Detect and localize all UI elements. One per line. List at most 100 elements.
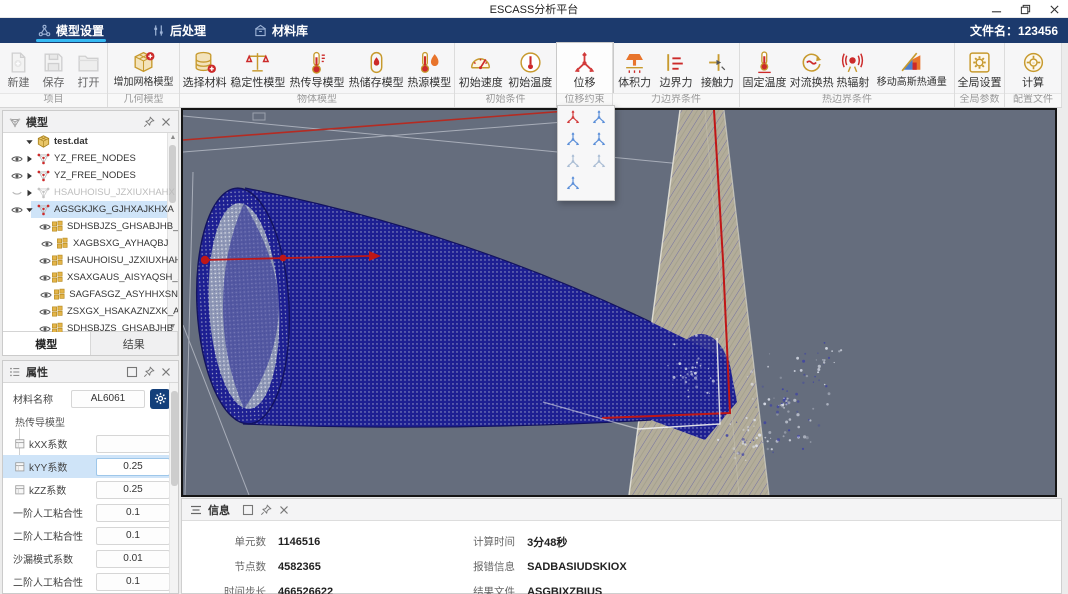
toolbar-button-边界力[interactable]: 边界力	[655, 45, 696, 93]
property-input[interactable]	[96, 550, 170, 568]
tree-item[interactable]: AGSGKJKG_GJHXAJKHXA	[3, 201, 178, 218]
tree-item[interactable]: SAGFASGZ_ASYHHXSN	[3, 286, 178, 303]
maximize-panel-icon[interactable]	[126, 366, 138, 378]
toolbar-button-计算[interactable]: =计算	[1006, 45, 1060, 93]
toolbar-button-初始速度[interactable]: 初始速度	[456, 45, 506, 93]
property-input[interactable]	[96, 573, 170, 591]
toolbar-button-位移[interactable]: 位移	[558, 45, 611, 93]
menu-tab-0[interactable]: 模型设置	[28, 18, 114, 43]
eye-open-icon[interactable]	[9, 205, 24, 215]
material-name-input[interactable]	[71, 390, 145, 408]
toolbar-button-对流换热[interactable]: 对流换热	[788, 45, 835, 93]
pin-icon[interactable]	[143, 116, 155, 128]
tree-item[interactable]: SDHSBJZS_GHSABJHB_ZAHU	[3, 218, 178, 235]
toolbar-button-接触力[interactable]: 接触力	[697, 45, 738, 93]
info-field: 单元数1146516	[204, 529, 333, 554]
eye-closed-icon[interactable]	[9, 188, 24, 198]
init-temperature-icon	[518, 48, 543, 76]
toolbar-button-稳定性模型[interactable]: 稳定性模型	[228, 45, 287, 93]
property-input[interactable]	[96, 435, 170, 453]
close-panel-icon[interactable]	[160, 366, 172, 378]
eye-open-icon[interactable]	[39, 324, 51, 333]
properties-scrollbar[interactable]	[169, 383, 178, 593]
eye-open-icon[interactable]	[39, 307, 51, 317]
toolbar-button-固定温度[interactable]: 固定温度	[741, 45, 788, 93]
close-panel-icon[interactable]	[278, 504, 290, 516]
3d-viewport[interactable]	[181, 108, 1057, 497]
caret-right-icon[interactable]	[24, 189, 35, 197]
heat-source-icon	[417, 48, 442, 76]
maximize-panel-icon[interactable]	[242, 504, 254, 516]
close-window-button[interactable]	[1049, 4, 1060, 15]
menu-tab-2[interactable]: 材料库	[244, 18, 318, 43]
toolbar-button-热传导模型[interactable]: 热传导模型	[287, 45, 346, 93]
displacement-option-0[interactable]	[560, 109, 586, 130]
restore-button[interactable]	[1020, 4, 1031, 15]
tree-tab-0[interactable]: 模型	[3, 332, 91, 355]
displacement-option-6[interactable]	[560, 175, 586, 196]
tree-item[interactable]: YZ_FREE_NODES	[3, 167, 178, 184]
mesh-group-icon	[35, 186, 51, 199]
toolbar-button-热辐射[interactable]: 热辐射	[835, 45, 870, 93]
menu-tab-1[interactable]: 后处理	[142, 18, 216, 43]
tree-item[interactable]: YZ_FREE_NODES	[3, 150, 178, 167]
title-bar: ESCASS分析平台	[0, 0, 1068, 18]
eye-open-icon[interactable]	[39, 239, 54, 249]
property-row-二阶人工粘合性: 二阶人工粘合性	[3, 524, 178, 547]
property-input[interactable]	[96, 458, 170, 476]
toolbar-button-热源模型[interactable]: 热源模型	[406, 45, 453, 93]
pin-icon[interactable]	[260, 504, 272, 516]
tree-item[interactable]: HSAUHOISU_JZXIUXHAHX	[3, 184, 178, 201]
displacement-option-5[interactable]	[586, 153, 612, 174]
property-input[interactable]	[96, 527, 170, 545]
toolbar-button-初始温度[interactable]: 初始温度	[506, 45, 556, 93]
displacement-option-1[interactable]	[586, 109, 612, 130]
tree-item[interactable]: ZSXGX_HSAKAZNZXK_AHASX	[3, 303, 178, 320]
eye-open-icon[interactable]	[39, 273, 51, 283]
pin-icon[interactable]	[143, 366, 155, 378]
toolbar-button-增加网格模型[interactable]: 增加网格模型	[109, 45, 178, 93]
menu-tab-label: 模型设置	[56, 22, 104, 39]
toolbar-button-打开[interactable]: 打开	[71, 45, 106, 93]
heat-conduction-section-label: 热传导模型	[3, 410, 178, 432]
tree-item[interactable]: HSAUHOISU_JZXIUXHAHX	[3, 252, 178, 269]
parameter-rows: 一阶人工粘合性二阶人工粘合性沙漏模式系数二阶人工粘合性沙漏模式系数	[3, 501, 178, 593]
close-panel-icon[interactable]	[160, 116, 172, 128]
eye-open-icon[interactable]	[9, 171, 24, 181]
displacement-option-4[interactable]	[560, 153, 586, 174]
caret-right-icon[interactable]	[24, 172, 35, 180]
convection-icon	[799, 48, 824, 76]
tree-root-item[interactable]: test.dat	[3, 133, 178, 150]
tree-item[interactable]: XSAXGAUS_AISYAQSH_ASHX	[3, 269, 178, 286]
radiation-icon	[840, 48, 865, 76]
fixed-temperature-icon	[752, 48, 777, 76]
open-folder-icon	[76, 48, 101, 76]
eye-open-icon[interactable]	[39, 256, 51, 266]
minimize-button[interactable]	[991, 4, 1002, 15]
toolbar-button-全局设置[interactable]: 全局设置	[956, 45, 1003, 93]
tree-item[interactable]: XAGBSXG_AYHAQBJ	[3, 235, 178, 252]
displacement-axes-icon	[572, 48, 597, 76]
axes-icon	[565, 153, 581, 174]
eye-open-icon[interactable]	[9, 154, 24, 164]
cube-icon	[35, 135, 51, 148]
toolbar-button-选择材料[interactable]: 选择材料	[181, 45, 228, 93]
toolbar-button-新建[interactable]: 新建	[1, 45, 36, 93]
toolbar-button-热储存模型[interactable]: 热储存模型	[347, 45, 406, 93]
tree-scrollbar[interactable]: ▲ ▼	[167, 133, 178, 332]
displacement-option-3[interactable]	[586, 131, 612, 152]
eye-open-icon[interactable]	[39, 222, 51, 232]
toolbar-button-体积力[interactable]: 体积力	[614, 45, 655, 93]
caret-down-icon[interactable]	[24, 138, 35, 146]
property-input[interactable]	[96, 504, 170, 522]
material-settings-button[interactable]	[150, 389, 170, 409]
toolbar-button-移动高斯热通量[interactable]: 移动高斯热通量	[871, 45, 953, 93]
property-input[interactable]	[96, 481, 170, 499]
toolbar-button-保存[interactable]: 保存	[36, 45, 71, 93]
displacement-option-2[interactable]	[560, 131, 586, 152]
tree-tab-1[interactable]: 结果	[91, 332, 179, 355]
caret-right-icon[interactable]	[24, 155, 35, 163]
caret-down-icon[interactable]	[24, 206, 35, 214]
eye-open-icon[interactable]	[39, 290, 52, 300]
model-panel-icon	[9, 116, 21, 128]
